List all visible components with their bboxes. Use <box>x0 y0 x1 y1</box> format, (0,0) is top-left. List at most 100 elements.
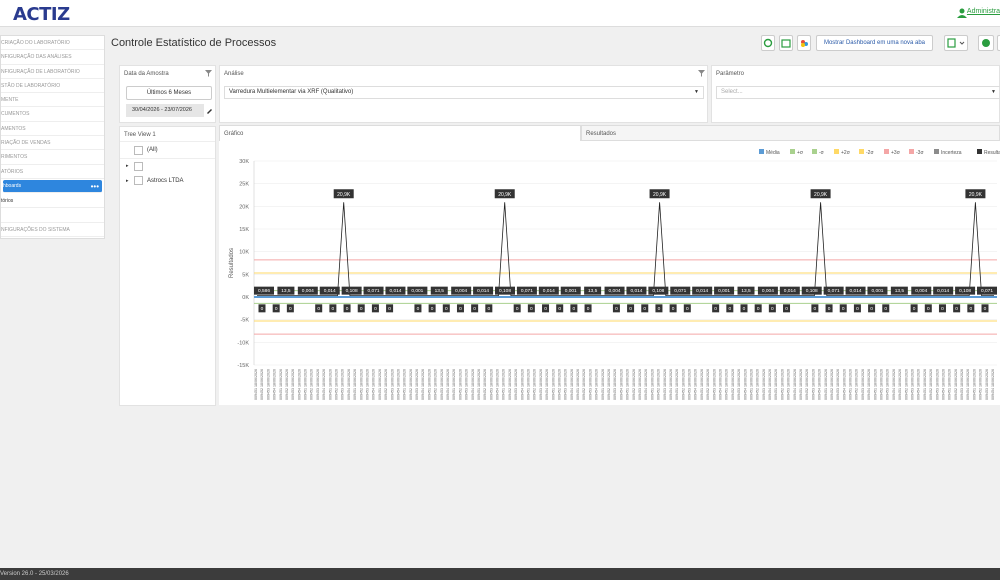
x-tick-label: 009451 18/06/2026 <box>849 369 853 400</box>
sidebar-item[interactable]: CRIAÇÃO DO LABORATÓRIO <box>1 36 104 51</box>
data-label: 0,001 <box>565 288 577 294</box>
x-tick-label: 009451 18/06/2026 <box>650 369 654 400</box>
sidebar-item[interactable]: RIAÇÃO DE VENDAS <box>1 136 104 151</box>
x-tick-label: 009453 18/06/2026 <box>539 369 543 400</box>
analysis-filter-label: Análise <box>224 71 244 77</box>
sidebar-item[interactable]: ATÓRIOS <box>1 165 104 179</box>
more-icon[interactable]: ••• <box>91 180 99 192</box>
data-label: 0 <box>969 306 972 312</box>
date-filter-panel: Data da Amostra Últimos 6 Meses 30/04/20… <box>119 65 216 123</box>
data-label: 0 <box>771 306 774 312</box>
result-series-line <box>257 202 994 296</box>
tree-node-checkbox[interactable] <box>134 176 143 185</box>
date-filter-label: Data da Amostra <box>124 71 169 77</box>
tab-chart[interactable]: Gráfico <box>219 125 581 141</box>
preset-button[interactable]: Últimos 6 Meses <box>126 86 212 100</box>
x-tick-label: 009451 18/06/2026 <box>972 369 976 400</box>
x-tick-label: 009453 18/06/2026 <box>935 369 939 400</box>
x-tick-label: 009451 18/06/2026 <box>304 369 308 400</box>
data-label: 0 <box>431 306 434 312</box>
date-range-value[interactable]: 30/04/2026 - 23/07/2026 <box>126 104 204 117</box>
data-label: 0,586 <box>258 288 270 294</box>
y-tick-label: 20K <box>239 204 249 210</box>
x-tick-label: 009454 18/06/2026 <box>322 369 326 400</box>
x-tick-label: 009452 18/06/2026 <box>731 369 735 400</box>
tree-all-label: (All) <box>147 147 158 153</box>
x-tick-label: 009453 18/06/2026 <box>440 369 444 400</box>
clear-filter-icon[interactable] <box>205 70 212 77</box>
expand-icon[interactable]: ▸ <box>126 163 129 169</box>
x-tick-label: 009452 18/06/2026 <box>880 369 884 400</box>
sidebar-item[interactable]: NFIGURAÇÕES DO SISTEMA <box>1 223 104 237</box>
data-label: 0 <box>332 306 335 312</box>
data-label: 13,5 <box>435 288 445 294</box>
back-button[interactable] <box>978 35 994 51</box>
legend-swatch <box>759 149 764 154</box>
x-tick-label: 009451 18/06/2026 <box>403 369 407 400</box>
parameter-select[interactable]: Select... ▼ <box>716 86 1000 99</box>
data-label: 0 <box>346 306 349 312</box>
x-tick-label: 009452 18/06/2026 <box>458 369 462 400</box>
y-tick-label: 10K <box>239 250 249 256</box>
y-axis-label: Resultados <box>229 248 235 278</box>
sidebar-item[interactable]: STÃO DE LABORATÓRIO <box>1 79 104 94</box>
x-tick-label: 009454 18/06/2026 <box>966 369 970 400</box>
export-dropdown[interactable] <box>944 35 968 51</box>
x-tick-label: 009453 18/06/2026 <box>266 369 270 400</box>
data-label: 0,004 <box>302 288 314 294</box>
x-tick-label: 009454 18/06/2026 <box>347 369 351 400</box>
x-tick-label: 009452 18/06/2026 <box>483 369 487 400</box>
analysis-select[interactable]: Varredura Multielementar via XRF (Qualit… <box>224 86 704 99</box>
x-tick-label: 009451 18/06/2026 <box>328 369 332 400</box>
sidebar-item[interactable]: AMENTOS <box>1 122 104 137</box>
x-tick-label: 009452 18/06/2026 <box>434 369 438 400</box>
x-tick-label: 009452 18/06/2026 <box>780 369 784 400</box>
sidebar-item-label: ATÓRIOS <box>1 168 24 175</box>
x-tick-label: 009453 18/06/2026 <box>712 369 716 400</box>
select-all-checkbox[interactable] <box>134 146 143 155</box>
sidebar-item[interactable]: CUMENTOS <box>1 107 104 122</box>
refresh-button[interactable] <box>761 35 775 51</box>
data-label: 0,071 <box>674 288 686 294</box>
sidebar-item[interactable]: NFIGURAÇÃO DAS ANÁLISES <box>1 50 104 65</box>
x-tick-label: 009452 18/06/2026 <box>582 369 586 400</box>
x-tick-label: 009454 18/06/2026 <box>297 369 301 400</box>
x-tick-label: 009452 18/06/2026 <box>830 369 834 400</box>
expand-icon[interactable]: ▸ <box>126 178 129 184</box>
x-tick-label: 009453 18/06/2026 <box>985 369 989 400</box>
edit-icon[interactable] <box>206 107 213 114</box>
x-tick-label: 009451 18/06/2026 <box>527 369 531 400</box>
x-tick-label: 009452 18/06/2026 <box>681 369 685 400</box>
sidebar-item[interactable]: hboards ••• <box>3 179 102 193</box>
sidebar-item[interactable]: MENTE <box>1 93 104 108</box>
sidebar-item[interactable]: NFIGURAÇÃO DE LABORATÓRIO <box>1 65 104 79</box>
page-title: Controle Estatístico de Processos <box>111 37 277 49</box>
x-tick-label: 009454 18/06/2026 <box>718 369 722 400</box>
data-label: 0 <box>374 306 377 312</box>
sidebar-item-label: hboards <box>3 182 22 189</box>
data-label: 0,108 <box>652 288 664 294</box>
x-tick-label: 009452 18/06/2026 <box>904 369 908 400</box>
tree-node-checkbox[interactable] <box>134 162 143 171</box>
back-arrow-icon <box>982 39 990 47</box>
footer-version: Version 26.0 - 25/03/2026 <box>0 568 1000 580</box>
calendar-button[interactable] <box>779 35 793 51</box>
sidebar-item[interactable] <box>1 208 104 223</box>
x-tick-label: 009454 18/06/2026 <box>842 369 846 400</box>
clear-filter-icon[interactable] <box>698 70 705 77</box>
data-label: 0 <box>289 306 292 312</box>
data-label: 0 <box>955 306 958 312</box>
data-label: 0,071 <box>828 288 840 294</box>
x-tick-label: 009451 18/06/2026 <box>279 369 283 400</box>
x-tick-label: 009454 18/06/2026 <box>273 369 277 400</box>
open-new-tab-button[interactable]: Mostrar Dashboard em uma nova aba <box>816 35 933 51</box>
tab-results[interactable]: Resultados <box>581 125 1000 141</box>
control-chart: Média +σ -σ +2σ -2σ +3σ -3σ Incerteza Resultado 3… <box>229 149 1000 400</box>
x-tick-label: 009454 18/06/2026 <box>917 369 921 400</box>
user-menu[interactable]: Administra <box>967 8 1000 15</box>
sidebar-item[interactable]: RIMENTOS <box>1 150 104 165</box>
x-tick-label: 009451 18/06/2026 <box>923 369 927 400</box>
data-label: 0 <box>814 306 817 312</box>
sidebar-item[interactable]: tórios <box>1 194 104 209</box>
palette-button[interactable] <box>797 35 811 51</box>
